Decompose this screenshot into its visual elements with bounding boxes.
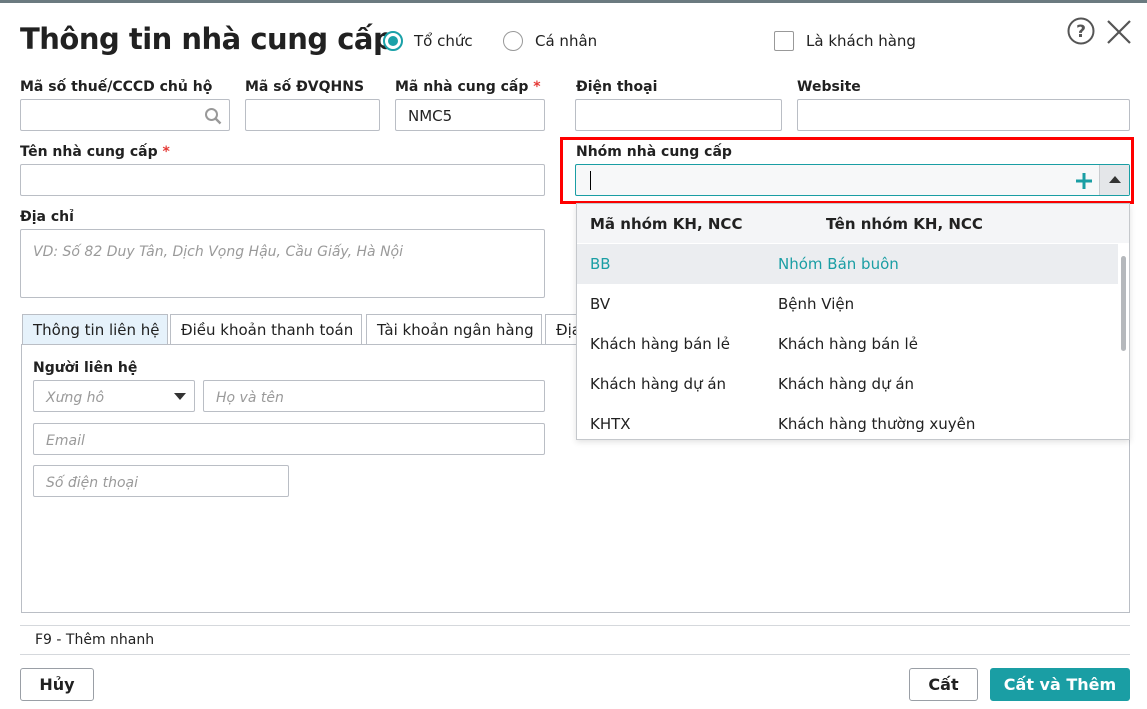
save-button[interactable]: Cất xyxy=(909,668,978,701)
text-cursor xyxy=(590,171,591,190)
address-textarea[interactable]: VD: Số 82 Duy Tân, Dịch Vọng Hậu, Cầu Gi… xyxy=(20,229,545,298)
radio-individual-label[interactable]: Cá nhân xyxy=(535,32,597,50)
radio-individual[interactable] xyxy=(503,31,523,51)
row-code: Khách hàng bán lẻ xyxy=(590,335,730,353)
email-input[interactable]: Email xyxy=(33,423,545,455)
window-top-border xyxy=(0,0,1147,3)
dropdown-row[interactable]: BV Bệnh Viện xyxy=(577,284,1118,324)
salutation-select[interactable]: Xưng hô xyxy=(33,380,195,412)
supplier-group-combobox[interactable] xyxy=(575,164,1130,196)
header-group-code: Mã nhóm KH, NCC xyxy=(590,215,743,233)
row-code: BB xyxy=(590,255,611,273)
phone-input[interactable] xyxy=(575,99,782,131)
help-icon[interactable]: ? xyxy=(1067,17,1095,45)
required-mark: * xyxy=(162,144,170,160)
row-name: Nhóm Bán buôn xyxy=(778,255,899,273)
website-input[interactable] xyxy=(797,99,1130,131)
divider xyxy=(20,654,1130,655)
is-customer-label[interactable]: Là khách hàng xyxy=(806,32,916,50)
row-name: Bệnh Viện xyxy=(778,295,855,313)
website-label: Website xyxy=(797,79,861,95)
is-customer-checkbox[interactable] xyxy=(774,31,794,51)
row-code: BV xyxy=(590,295,611,313)
dialog-title: Thông tin nhà cung cấp xyxy=(20,22,394,56)
tax-input[interactable] xyxy=(20,99,230,131)
quick-add-hint: F9 - Thêm nhanh xyxy=(35,632,155,648)
tax-label: Mã số thuế/CCCD chủ hộ xyxy=(20,79,213,95)
budget-code-label: Mã số ĐVQHNS xyxy=(245,79,365,95)
supplier-group-label: Nhóm nhà cung cấp xyxy=(576,144,732,160)
dropdown-row[interactable]: Khách hàng dự án Khách hàng dự án xyxy=(577,364,1118,404)
tab-payment-terms[interactable]: Điều khoản thanh toán xyxy=(170,314,362,345)
supplier-group-dropdown: Mã nhóm KH, NCC Tên nhóm KH, NCC BB Nhóm … xyxy=(576,203,1130,440)
supplier-name-label-text: Tên nhà cung cấp xyxy=(20,144,158,160)
close-icon[interactable] xyxy=(1106,19,1132,45)
dropdown-row[interactable]: KHTX Khách hàng thường xuyên xyxy=(577,404,1118,439)
radio-organization-label[interactable]: Tổ chức xyxy=(414,32,473,50)
supplier-name-input[interactable] xyxy=(20,164,545,196)
row-code: KHTX xyxy=(590,415,631,433)
svg-text:?: ? xyxy=(1076,22,1086,42)
supplier-name-label: Tên nhà cung cấp * xyxy=(20,144,170,160)
salutation-placeholder: Xưng hô xyxy=(46,390,105,406)
tab-bank-accounts[interactable]: Tài khoản ngân hàng xyxy=(366,314,542,345)
header-group-name: Tên nhóm KH, NCC xyxy=(826,215,983,233)
contact-person-label: Người liên hệ xyxy=(33,360,138,376)
row-name: Khách hàng thường xuyên xyxy=(778,415,976,433)
scrollbar-thumb[interactable] xyxy=(1121,256,1126,351)
search-icon[interactable] xyxy=(204,107,222,125)
dropdown-header: Mã nhóm KH, NCC Tên nhóm KH, NCC xyxy=(577,204,1129,243)
row-name: Khách hàng bán lẻ xyxy=(778,335,918,353)
address-placeholder: VD: Số 82 Duy Tân, Dịch Vọng Hậu, Cầu Gi… xyxy=(33,244,404,260)
phone-label: Điện thoại xyxy=(576,79,658,95)
cancel-button[interactable]: Hủy xyxy=(20,668,94,701)
fullname-placeholder: Họ và tên xyxy=(216,390,284,406)
supplier-code-label: Mã nhà cung cấp * xyxy=(395,79,541,95)
caret-up-icon xyxy=(1109,176,1121,183)
caret-down-icon xyxy=(174,393,186,400)
tab-contact-info[interactable]: Thông tin liên hệ xyxy=(22,314,168,345)
dropdown-toggle-button[interactable] xyxy=(1099,165,1129,195)
dropdown-row[interactable]: BB Nhóm Bán buôn xyxy=(577,244,1118,284)
row-code: Khách hàng dự án xyxy=(590,375,727,393)
address-label: Địa chỉ xyxy=(20,209,74,225)
radio-organization[interactable] xyxy=(383,31,403,51)
add-icon[interactable] xyxy=(1074,171,1094,191)
fullname-input[interactable]: Họ và tên xyxy=(203,380,545,412)
required-mark: * xyxy=(533,79,541,95)
supplier-code-label-text: Mã nhà cung cấp xyxy=(395,79,529,95)
contact-phone-input[interactable]: Số điện thoại xyxy=(33,465,289,497)
dropdown-scrollbar[interactable] xyxy=(1118,244,1129,439)
save-and-add-button[interactable]: Cất và Thêm xyxy=(990,668,1130,701)
supplier-code-input[interactable]: NMC5 xyxy=(395,99,545,131)
contact-phone-placeholder: Số điện thoại xyxy=(46,475,139,491)
budget-code-input[interactable] xyxy=(245,99,380,131)
divider xyxy=(20,625,1130,626)
row-name: Khách hàng dự án xyxy=(778,375,915,393)
dropdown-row[interactable]: Khách hàng bán lẻ Khách hàng bán lẻ xyxy=(577,324,1118,364)
email-placeholder: Email xyxy=(46,433,85,449)
